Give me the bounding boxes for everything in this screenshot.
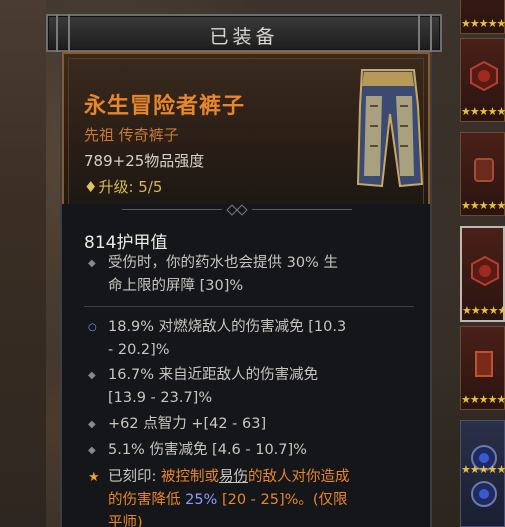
slot-stars: ★★★★★ xyxy=(461,199,505,212)
equip-slot-5[interactable]: ★★★★★ xyxy=(460,326,505,410)
upgrade-label: 升级: 5/5 xyxy=(98,178,163,196)
slot-stars: ★★★★★ xyxy=(461,105,505,118)
item-type: 先祖 传奇裤子 xyxy=(84,126,179,144)
diamond-icon: ◆ xyxy=(88,419,96,430)
aspect-prefix: 已刻印: xyxy=(108,469,161,485)
affix-line: [13.9 - 23.7]% xyxy=(108,390,213,406)
affix-line: +62 点智力 +[42 - 63] xyxy=(108,416,267,432)
implicit-line-1: 受伤时，你的药水也会提供 30% 生 xyxy=(108,255,338,271)
aspect-text: ★ 已刻印: 被控制或易伤的敌人对你造成 的伤害降低 25% [20 - 25]… xyxy=(84,466,424,527)
implicit-stat: ◆ 受伤时，你的药水也会提供 30% 生 命上限的屏障 [30]% xyxy=(84,252,424,298)
equip-slot-2[interactable]: ★★★★★ xyxy=(460,38,505,122)
upgrade-icon: ♦ xyxy=(84,178,98,196)
left-background-rock xyxy=(0,0,46,527)
aspect-line-1: 已刻印: 被控制或易伤的敌人对你造成 xyxy=(108,466,424,489)
aspect-keyword: 被控制或 xyxy=(161,469,219,485)
equipped-header: 已装备 xyxy=(46,14,442,52)
aspect-keyword: 的敌人对你造成 xyxy=(248,469,350,485)
aspect-text-part: 的伤害降低 xyxy=(108,492,186,508)
stat-divider xyxy=(84,306,414,307)
affix-4: ◆ 5.1% 伤害减免 [4.6 - 10.7]% xyxy=(84,439,424,462)
section-divider xyxy=(62,204,430,216)
pants-icon xyxy=(356,69,424,188)
slot-stars: ★★★★★ xyxy=(461,393,505,406)
aspect-line-2: 的伤害降低 25% [20 - 25]%。(仅限 xyxy=(108,489,424,512)
star-icon: ★ xyxy=(88,470,100,485)
aspect-line-3: 平师) xyxy=(108,515,143,527)
rune-icon xyxy=(470,61,498,91)
ring-icon: ○ xyxy=(88,322,97,333)
affix-line: 5.1% 伤害减免 [4.6 - 10.7]% xyxy=(108,442,307,458)
affix-1: ○ 18.9% 对燃烧敌人的伤害减免 [10.3 - 20.2]% xyxy=(84,316,424,362)
item-tooltip: 永生冒险者裤子 先祖 传奇裤子 789+25物品强度 ♦升级: 5/5 814护… xyxy=(60,52,432,527)
affix-line: 18.9% 对燃烧敌人的伤害减免 [10.3 xyxy=(108,319,347,335)
slot-stars: ★★★★★ xyxy=(461,17,505,30)
affix-2: ◆ 16.7% 来自近距敌人的伤害减免 [13.9 - 23.7]% xyxy=(84,364,424,410)
equip-slot-3[interactable]: ★★★★★ xyxy=(460,132,505,216)
equip-slot-6[interactable]: ★★★★★ xyxy=(460,420,505,527)
header-title: 已装备 xyxy=(209,26,279,48)
equip-slot-1[interactable]: ★★★★★ xyxy=(460,0,505,34)
aspect-value: 25% xyxy=(185,492,218,508)
gauntlet-icon xyxy=(474,158,494,182)
item-name: 永生冒险者裤子 xyxy=(84,94,246,119)
affix-line: - 20.2]% xyxy=(108,342,170,358)
rune-icon xyxy=(471,256,499,286)
boots-icon xyxy=(475,351,493,377)
ring-gem-icon xyxy=(471,481,497,507)
item-power: 789+25物品强度 xyxy=(84,152,205,170)
slot-stars: ★★★★★ xyxy=(461,463,505,476)
diamond-icon: ◆ xyxy=(88,445,96,456)
affix-3: ◆ +62 点智力 +[42 - 63] xyxy=(84,413,424,436)
diamond-icon: ◆ xyxy=(88,258,96,269)
item-upgrade: ♦升级: 5/5 xyxy=(84,176,162,197)
armor-value: 814护甲值 xyxy=(84,233,168,253)
diamond-icon: ◆ xyxy=(88,370,96,381)
affix-line: 16.7% 来自近距敌人的伤害减免 xyxy=(108,367,319,383)
slot-stars: ★★★★★ xyxy=(462,304,505,317)
aspect-text-part: [20 - 25]%。(仅限 xyxy=(217,492,348,508)
equip-slot-4-selected[interactable]: ★★★★★ xyxy=(460,226,505,322)
implicit-line-2: 命上限的屏障 [30]% xyxy=(108,278,244,294)
aspect-keyword-vulnerable[interactable]: 易伤 xyxy=(219,469,248,485)
